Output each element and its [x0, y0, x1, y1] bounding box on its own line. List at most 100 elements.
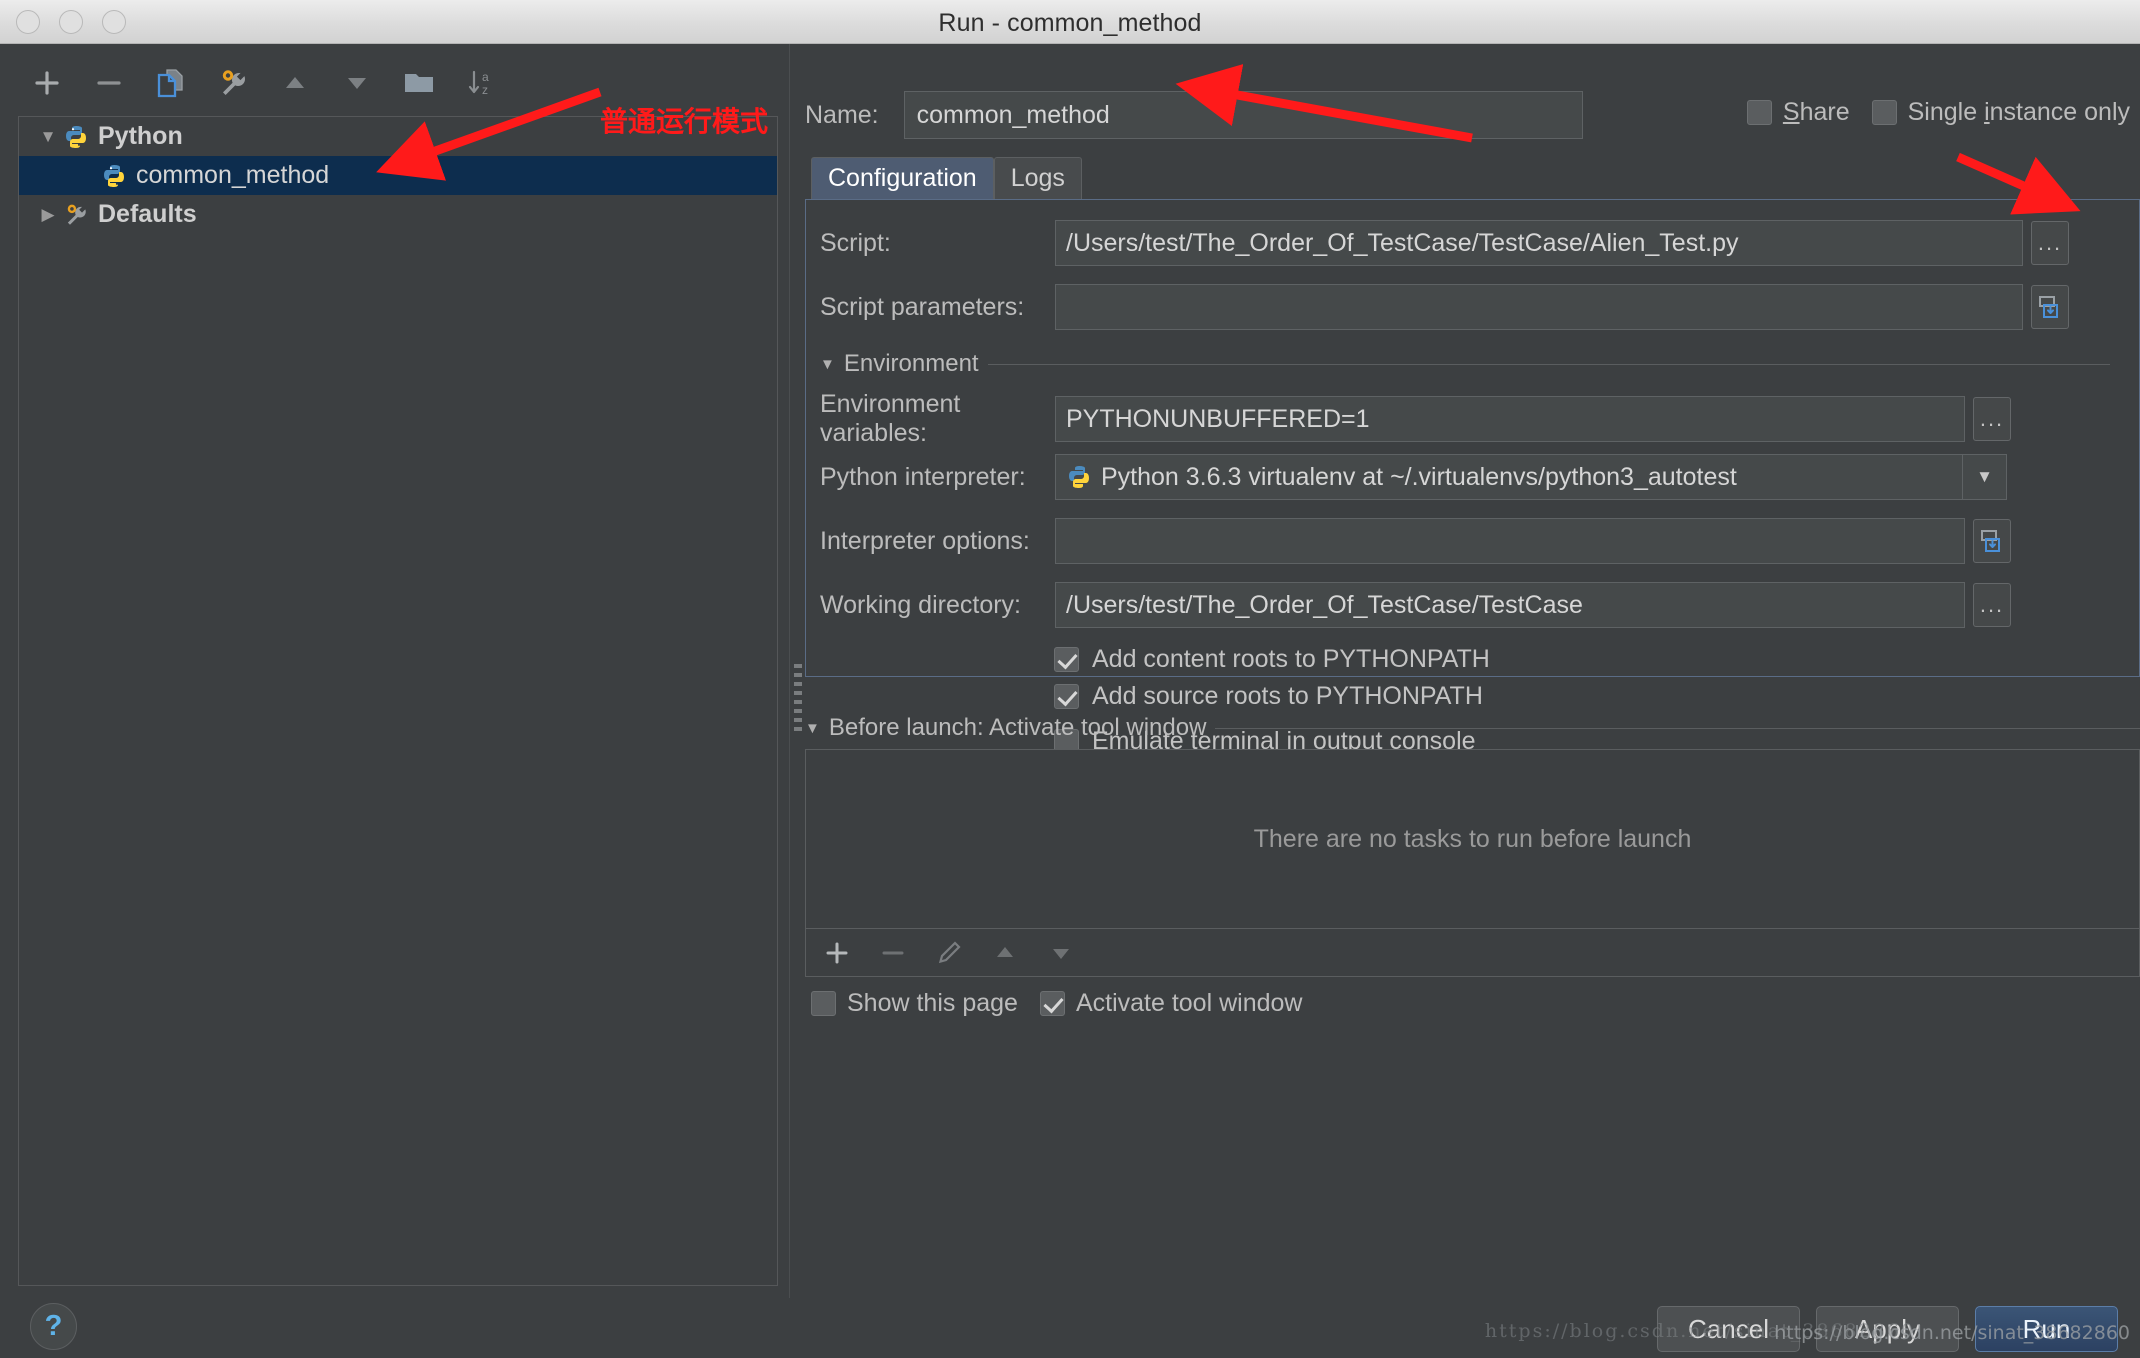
python-interpreter-row: Python interpreter: Python 3.6.3 virtual…: [820, 454, 2007, 500]
working-directory-label: Working directory:: [820, 590, 1021, 619]
single-instance-label-a: Single: [1907, 98, 1985, 126]
section-divider: [1215, 727, 2140, 729]
share-label-rest: hare: [1799, 98, 1850, 126]
single-instance-checkbox[interactable]: Single instance only: [1871, 98, 2130, 127]
tab-configuration[interactable]: Configuration: [811, 157, 994, 199]
svg-text:z: z: [482, 83, 488, 97]
name-label: Name:: [805, 100, 879, 129]
panel-splitter[interactable]: [789, 44, 805, 1298]
insert-macro-icon[interactable]: [1973, 519, 2011, 563]
python-interpreter-select[interactable]: Python 3.6.3 virtualenv at ~/.virtualenv…: [1055, 454, 1963, 500]
move-task-down-button[interactable]: [1044, 936, 1078, 970]
environment-variables-input[interactable]: PYTHONUNBUFFERED=1: [1055, 396, 1965, 442]
script-row: Script: /Users/test/The_Order_Of_TestCas…: [820, 220, 2069, 266]
environment-variables-browse-button[interactable]: ...: [1973, 397, 2011, 441]
copy-configuration-button[interactable]: [150, 62, 192, 104]
single-instance-label-b: nstance only: [1989, 98, 2130, 126]
move-up-button[interactable]: [274, 62, 316, 104]
checkbox-box[interactable]: [1054, 684, 1079, 709]
edit-task-button[interactable]: [932, 936, 966, 970]
script-input[interactable]: /Users/test/The_Order_Of_TestCase/TestCa…: [1055, 220, 2023, 266]
tree-item-label: Defaults: [98, 200, 197, 228]
python-icon: [101, 163, 127, 189]
add-configuration-button[interactable]: [26, 62, 68, 104]
caret-down-icon[interactable]: ▼: [820, 356, 835, 373]
edit-defaults-button[interactable]: [212, 62, 254, 104]
help-button[interactable]: ?: [30, 1303, 77, 1350]
activate-tool-window-label: Activate tool window: [1075, 989, 1303, 1017]
working-directory-input[interactable]: /Users/test/The_Order_Of_TestCase/TestCa…: [1055, 582, 1965, 628]
editor-tabs: Configuration Logs: [811, 157, 1082, 199]
script-label: Script:: [820, 228, 891, 257]
tab-logs[interactable]: Logs: [993, 157, 1082, 199]
python-interpreter-value: Python 3.6.3 virtualenv at ~/.virtualenv…: [1101, 462, 1737, 491]
share-checkbox[interactable]: Share: [1746, 98, 1850, 127]
share-options: Share Single instance only: [1746, 98, 2130, 127]
before-launch-options: Show this page Activate tool window: [811, 989, 1302, 1018]
section-divider: [987, 363, 2110, 365]
configurations-tree[interactable]: ▼ Python common_method ▶ Defaults: [18, 116, 778, 1286]
interpreter-options-label: Interpreter options:: [820, 526, 1030, 555]
checkbox-box[interactable]: [1054, 647, 1079, 672]
checkbox-box[interactable]: [1746, 100, 1772, 125]
window-title: Run - common_method: [938, 9, 1202, 37]
option-label: Add content roots to PYTHONPATH: [1092, 645, 1490, 673]
tree-item-label: common_method: [136, 161, 330, 189]
create-folder-button[interactable]: [398, 62, 440, 104]
checkbox-box[interactable]: [1871, 100, 1897, 125]
working-directory-browse-button[interactable]: ...: [1973, 583, 2011, 627]
chevron-right-icon[interactable]: ▶: [33, 205, 63, 225]
configuration-editor-panel: 普通运行模式 Name: Share Single instance only …: [600, 44, 2140, 1298]
share-mnemonic: S: [1782, 98, 1800, 126]
before-launch-toolbar: [805, 929, 2140, 977]
script-browse-button[interactable]: ...: [2031, 221, 2069, 265]
show-this-page-label: Show this page: [847, 989, 1018, 1017]
single-instance-label: Single instance only: [1908, 98, 2130, 127]
add-source-roots-checkbox[interactable]: Add source roots to PYTHONPATH: [1054, 682, 1483, 711]
script-parameters-row: Script parameters:: [820, 284, 2069, 330]
chevron-down-icon[interactable]: ▼: [33, 127, 63, 147]
svg-text:a: a: [482, 70, 489, 84]
checkbox-box[interactable]: [1039, 991, 1065, 1016]
before-launch-header[interactable]: ▼ Before launch: Activate tool window: [805, 714, 2140, 742]
move-down-button[interactable]: [336, 62, 378, 104]
before-launch-task-list[interactable]: There are no tasks to run before launch: [805, 749, 2140, 929]
script-parameters-label: Script parameters:: [820, 292, 1025, 321]
before-launch-label: Before launch: Activate tool window: [828, 714, 1207, 741]
activate-tool-window-checkbox[interactable]: Activate tool window: [1039, 989, 1303, 1018]
checkbox-box[interactable]: [811, 991, 836, 1016]
annotation-chinese-note: 普通运行模式: [600, 105, 769, 138]
option-label: Add source roots to PYTHONPATH: [1092, 682, 1483, 710]
window-titlebar: Run - common_method: [0, 0, 2140, 44]
tree-item-common-method[interactable]: common_method: [19, 156, 777, 195]
sort-configurations-button[interactable]: a z: [460, 62, 502, 104]
remove-task-button[interactable]: [876, 936, 910, 970]
configurations-panel: a z ▼ Python common_method ▶ Defaults: [0, 44, 789, 1298]
environment-variables-row: Environment variables: PYTHONUNBUFFERED=…: [820, 390, 2011, 448]
show-this-page-checkbox[interactable]: Show this page: [811, 989, 1018, 1018]
interpreter-options-input[interactable]: [1055, 518, 1965, 564]
tree-item-defaults[interactable]: ▶ Defaults: [19, 195, 777, 234]
add-task-button[interactable]: [820, 936, 854, 970]
python-icon: [1066, 464, 1092, 490]
run-configuration-dialog: Run - common_method a z ▼ Python common_…: [0, 0, 2140, 1358]
add-content-roots-checkbox[interactable]: Add content roots to PYTHONPATH: [1054, 645, 1490, 674]
caret-down-icon[interactable]: ▼: [805, 720, 820, 737]
script-parameters-input[interactable]: [1055, 284, 2023, 330]
remove-configuration-button[interactable]: [88, 62, 130, 104]
watermark: https://blog.csdn.net/sinat_38682860: [1774, 1322, 2130, 1344]
share-label: Share: [1783, 98, 1850, 127]
splitter-grip-icon[interactable]: [794, 664, 802, 734]
python-interpreter-label: Python interpreter:: [820, 462, 1026, 491]
move-task-up-button[interactable]: [988, 936, 1022, 970]
chevron-down-icon[interactable]: ▼: [1963, 454, 2007, 500]
before-launch-empty-message: There are no tasks to run before launch: [1253, 824, 1692, 853]
environment-section-header[interactable]: ▼ Environment: [820, 350, 2110, 378]
insert-macro-icon[interactable]: [2031, 285, 2069, 329]
working-directory-row: Working directory: /Users/test/The_Order…: [820, 582, 2011, 628]
wrench-icon: [63, 202, 89, 228]
configuration-tab-content: Script: /Users/test/The_Order_Of_TestCas…: [805, 199, 2140, 792]
name-input[interactable]: [903, 91, 1583, 139]
tree-item-label: Python: [98, 122, 183, 150]
environment-section-label: Environment: [843, 350, 979, 377]
